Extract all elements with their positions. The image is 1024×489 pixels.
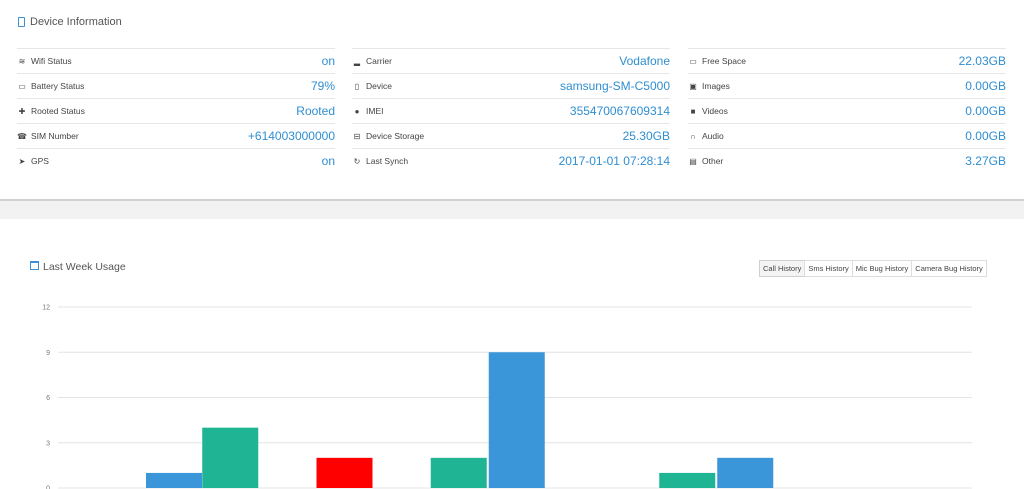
device-information-title-text: Device Information xyxy=(30,16,122,28)
signal-icon: ▂ xyxy=(353,56,361,66)
info-row-images: ▣ Images 0.00GB xyxy=(688,73,1006,98)
android-icon: ✚ xyxy=(18,106,26,116)
chart-bar-1[interactable] xyxy=(146,472,202,488)
mobile-phone-icon xyxy=(17,16,26,28)
info-label-text-wifi: Wifi Status xyxy=(31,56,72,66)
info-value-synch: 2017-01-01 07:28:14 xyxy=(558,154,670,168)
info-column-1: ≋ Wifi Status on ▭ Battery Status 79% ✚ Rooted … xyxy=(17,48,335,173)
info-column-3: ▭ Free Space 22.03GB ▣ Images 0.00GB ■ Videos 0.… xyxy=(688,48,1006,173)
info-value-audio: 0.00GB xyxy=(965,129,1006,143)
info-row-other: ▤ Other 3.27GB xyxy=(688,148,1006,173)
info-label-rooted: ✚ Rooted Status xyxy=(17,106,85,116)
info-label-gps: ➤ GPS xyxy=(17,156,49,166)
info-label-text-rooted: Rooted Status xyxy=(31,106,85,116)
chart-bar-5[interactable] xyxy=(488,352,545,488)
usage-bar-chart: 0 3 6 9 12 xyxy=(42,305,972,489)
info-label-images: ▣ Images xyxy=(688,81,730,91)
info-label-text-audio: Audio xyxy=(702,131,724,141)
info-value-rooted: Rooted xyxy=(296,104,335,118)
info-value-images: 0.00GB xyxy=(965,79,1006,93)
info-label-device: ▯ Device xyxy=(352,81,392,91)
info-value-sim: +614003000000 xyxy=(247,129,335,143)
info-label-text-sim: SIM Number xyxy=(31,131,79,141)
chart-bar-7[interactable] xyxy=(717,457,774,488)
info-label-carrier: ▂ Carrier xyxy=(352,56,392,66)
info-value-device: samsung-SM-C5000 xyxy=(559,79,670,93)
info-label-text-carrier: Carrier xyxy=(366,56,392,66)
info-row-gps: ➤ GPS on xyxy=(17,148,335,173)
y-tick-label: 9 xyxy=(46,350,50,357)
wifi-icon: ≋ xyxy=(18,56,26,66)
battery-icon: ▭ xyxy=(18,81,26,91)
info-label-text-battery: Battery Status xyxy=(31,81,85,91)
info-value-battery: 79% xyxy=(310,79,335,93)
info-label-sim: ☎ SIM Number xyxy=(17,131,79,141)
chart-bar-6[interactable] xyxy=(659,472,716,488)
info-label-text-synch: Last Synch xyxy=(366,156,409,166)
globe-icon: ● xyxy=(354,106,360,116)
hard-drive-icon: ⊟ xyxy=(353,131,361,141)
info-row-storage: ⊟ Device Storage 25.30GB xyxy=(352,123,670,148)
info-label-text-gps: GPS xyxy=(31,156,49,166)
info-row-imei: ● IMEI 355470067609314 xyxy=(352,98,670,123)
y-tick-label: 6 xyxy=(46,395,50,402)
info-value-imei: 355470067609314 xyxy=(569,104,670,118)
info-row-videos: ■ Videos 0.00GB xyxy=(688,98,1006,123)
info-label-imei: ● IMEI xyxy=(352,106,384,116)
info-label-text-videos: Videos xyxy=(702,106,728,116)
info-row-wifi: ≋ Wifi Status on xyxy=(17,48,335,73)
info-row-device: ▯ Device samsung-SM-C5000 xyxy=(352,73,670,98)
info-label-text-other: Other xyxy=(702,156,724,166)
file-icon: ▤ xyxy=(689,156,697,166)
info-value-storage: 25.30GB xyxy=(622,129,670,143)
info-label-text-imei: IMEI xyxy=(366,106,384,116)
info-label-battery: ▭ Battery Status xyxy=(17,81,84,91)
chart-bar-3[interactable] xyxy=(316,457,373,488)
info-value-gps: on xyxy=(321,154,335,168)
info-label-audio: ∩ Audio xyxy=(688,131,724,141)
video-camera-icon: ■ xyxy=(690,106,696,116)
info-row-battery: ▭ Battery Status 79% xyxy=(17,73,335,98)
info-value-videos: 0.00GB xyxy=(965,104,1006,118)
device-information-title: Device Information xyxy=(17,16,122,28)
section-divider xyxy=(0,199,1024,219)
info-value-carrier: Vodafone xyxy=(619,54,670,68)
info-row-sim: ☎ SIM Number +614003000000 xyxy=(17,123,335,148)
y-tick-label: 3 xyxy=(46,440,50,447)
info-label-free: ▭ Free Space xyxy=(688,56,746,66)
info-row-rooted: ✚ Rooted Status Rooted xyxy=(17,98,335,123)
info-value-free: 22.03GB xyxy=(958,54,1006,68)
info-label-text-free: Free Space xyxy=(702,56,746,66)
info-label-synch: ↻ Last Synch xyxy=(352,156,408,166)
info-label-text-images: Images xyxy=(702,81,730,91)
info-value-other: 3.27GB xyxy=(965,154,1006,168)
info-value-wifi: on xyxy=(321,54,335,68)
image-icon: ▣ xyxy=(689,81,697,91)
info-column-2: ▂ Carrier Vodafone ▯ Device samsung-SM-C5000 ●… xyxy=(352,48,670,173)
folder-icon: ▭ xyxy=(689,56,697,66)
mobile-icon: ▯ xyxy=(354,81,360,91)
info-label-text-device: Device xyxy=(366,81,392,91)
usage-panel: Last Week Usage Call History Sms History… xyxy=(0,219,1024,489)
y-tick-label: 0 xyxy=(46,486,50,489)
info-label-videos: ■ Videos xyxy=(688,106,728,116)
info-row-carrier: ▂ Carrier Vodafone xyxy=(352,48,670,73)
info-row-audio: ∩ Audio 0.00GB xyxy=(688,123,1006,148)
info-label-storage: ⊟ Device Storage xyxy=(352,131,424,141)
location-arrow-icon: ➤ xyxy=(18,156,26,166)
info-row-free: ▭ Free Space 22.03GB xyxy=(688,48,1006,73)
info-label-wifi: ≋ Wifi Status xyxy=(17,56,72,66)
info-label-other: ▤ Other xyxy=(688,156,723,166)
headphones-icon: ∩ xyxy=(690,131,696,141)
sim-card-icon: ☎ xyxy=(17,131,27,141)
y-tick-label: 12 xyxy=(42,305,50,312)
chart-bar-2[interactable] xyxy=(202,427,259,488)
chart-bar-4[interactable] xyxy=(430,457,487,488)
info-row-synch: ↻ Last Synch 2017-01-01 07:28:14 xyxy=(352,148,670,173)
refresh-icon: ↻ xyxy=(353,156,361,166)
device-information-panel: Device Information ≋ Wifi Status on ▭ Batter… xyxy=(0,0,1024,199)
info-label-text-storage: Device Storage xyxy=(366,131,425,141)
